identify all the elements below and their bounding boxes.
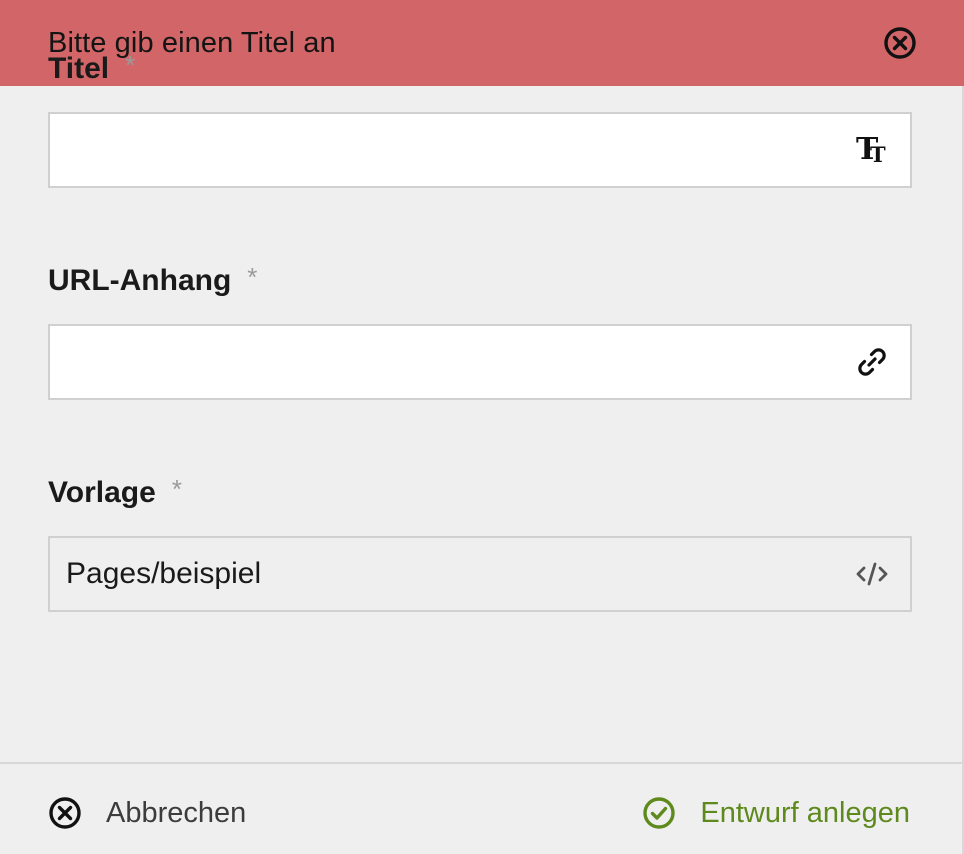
create-draft-button-label: Entwurf anlegen	[700, 796, 910, 829]
create-page-dialog: Bitte gib einen Titel an Titel * T T URL…	[0, 0, 964, 854]
close-circle-icon	[884, 27, 916, 59]
template-field-label: Vorlage	[48, 476, 156, 509]
code-icon	[852, 554, 892, 594]
template-field-label-row: Vorlage *	[48, 474, 182, 510]
cancel-button-label: Abbrechen	[106, 796, 247, 829]
title-field[interactable]: T T	[48, 112, 912, 188]
required-marker: *	[125, 49, 136, 80]
title-field-label: Titel	[48, 52, 110, 85]
template-input[interactable]	[50, 538, 852, 610]
slug-field-label: URL-Anhang	[48, 264, 232, 297]
title-field-label-row: Titel *	[48, 50, 135, 86]
create-draft-button[interactable]: Entwurf anlegen	[642, 796, 910, 830]
dialog-footer: Abbrechen Entwurf anlegen	[0, 762, 962, 854]
text-title-icon: T T	[852, 130, 892, 170]
svg-text:T: T	[870, 142, 886, 167]
cancel-button[interactable]: Abbrechen	[48, 796, 246, 830]
slug-field-label-row: URL-Anhang *	[48, 262, 257, 298]
required-marker: *	[171, 473, 182, 504]
title-input[interactable]	[50, 114, 852, 186]
link-icon	[852, 342, 892, 382]
cancel-circle-icon	[49, 797, 81, 829]
slug-input[interactable]	[50, 326, 852, 398]
notification-close-button[interactable]	[883, 26, 917, 60]
slug-field[interactable]	[48, 324, 912, 400]
check-circle-icon	[643, 797, 676, 829]
error-notification: Bitte gib einen Titel an	[0, 0, 964, 86]
template-field[interactable]	[48, 536, 912, 612]
required-marker: *	[247, 261, 258, 292]
